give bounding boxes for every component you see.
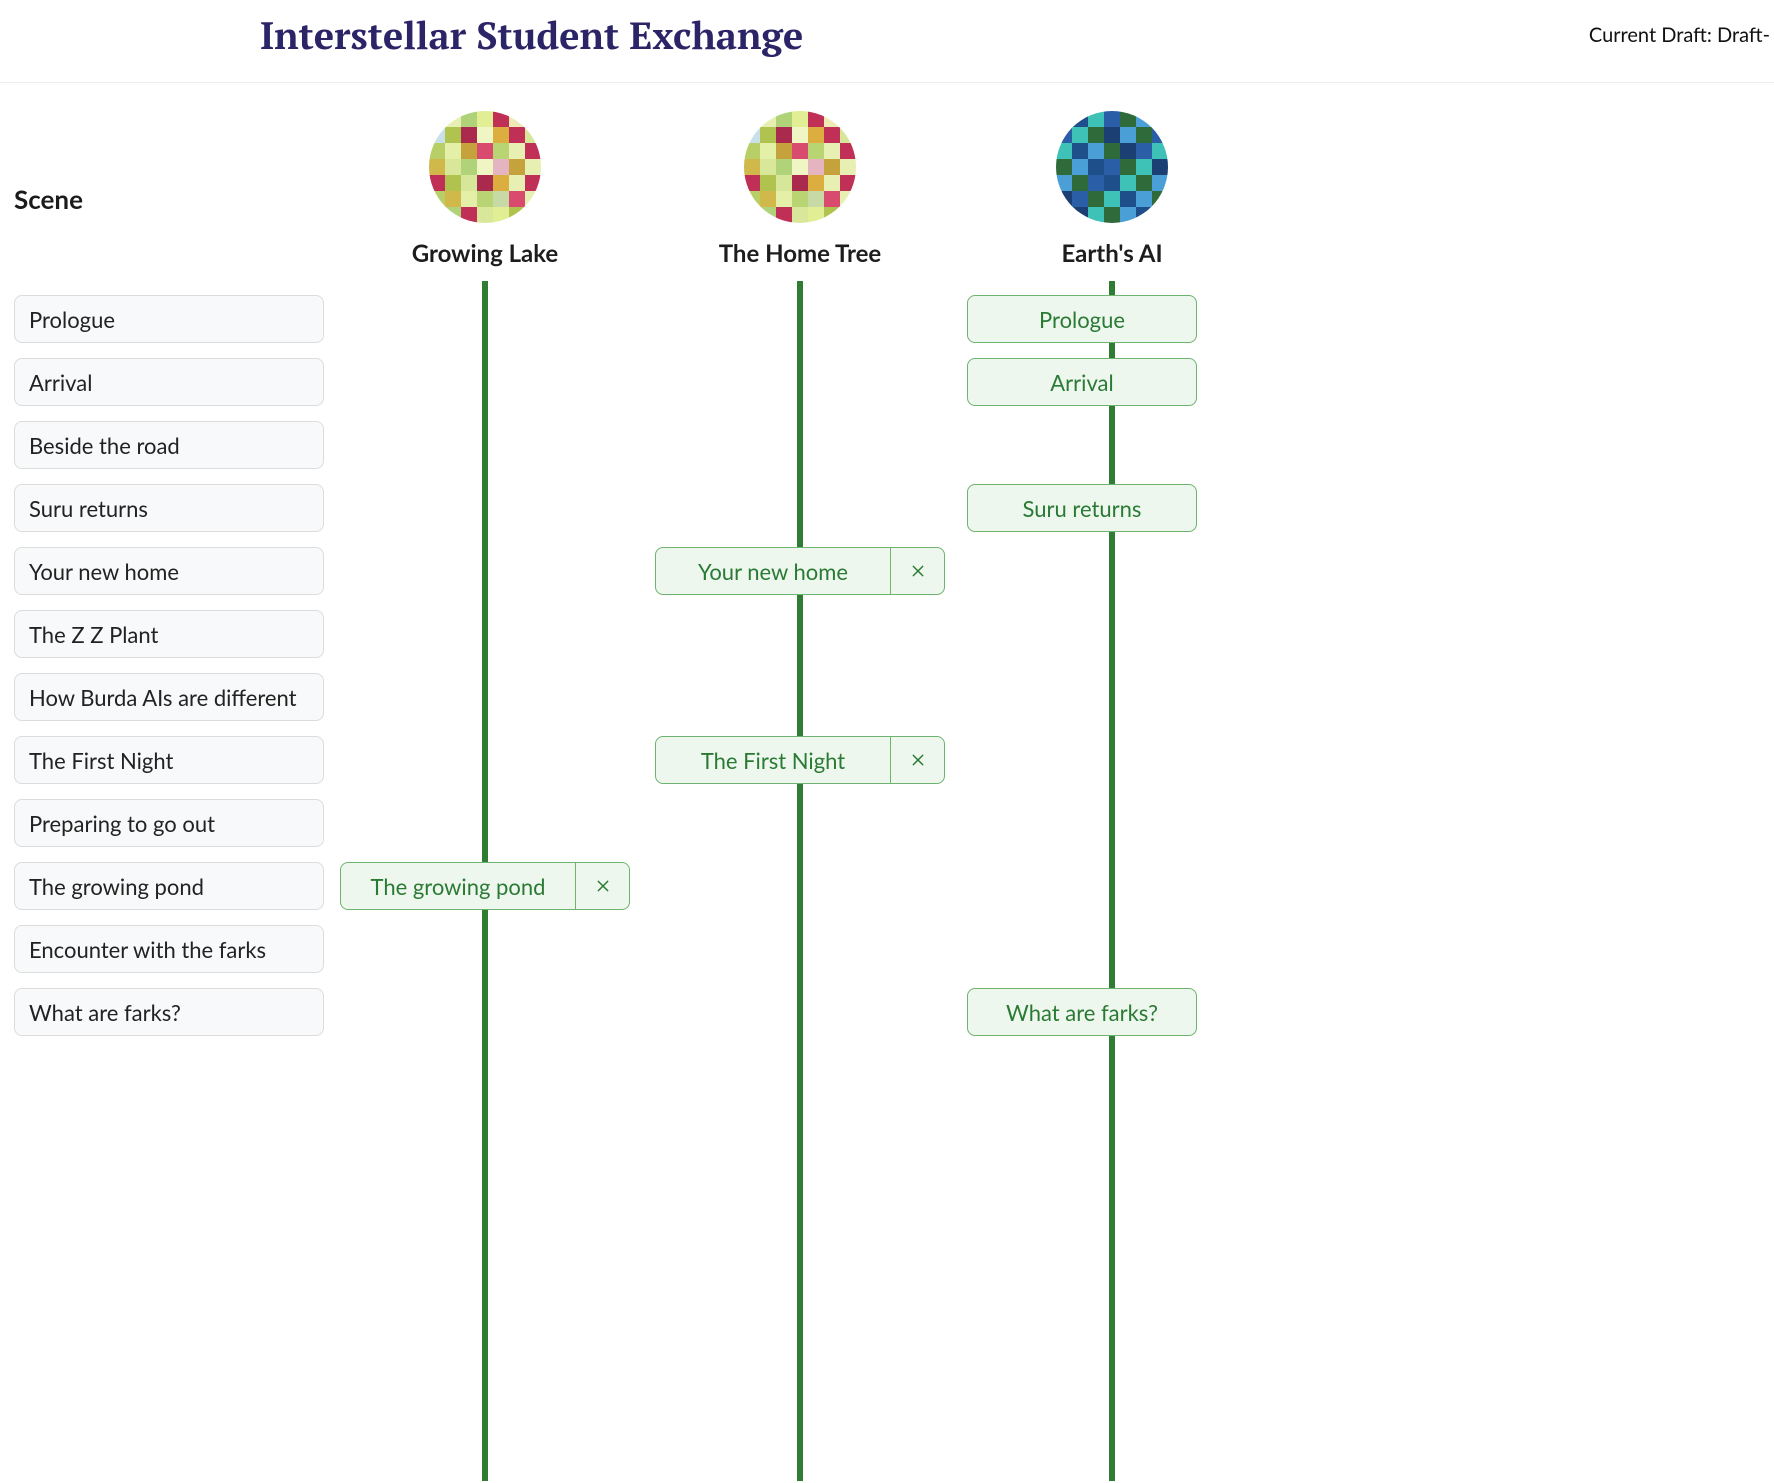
scene-list-item[interactable]: What are farks? xyxy=(14,988,324,1036)
scene-list-item[interactable]: How Burda AIs are different xyxy=(14,673,324,721)
character-header-growing_lake: Growing Lake xyxy=(340,111,630,268)
timeline-node-label: Your new home xyxy=(656,548,890,594)
timeline-node-label: The First Night xyxy=(656,737,890,783)
close-icon[interactable] xyxy=(890,548,944,594)
timeline-line-earths_ai xyxy=(1109,281,1115,1481)
timeline-node[interactable]: Your new home xyxy=(655,547,945,595)
close-icon[interactable] xyxy=(890,737,944,783)
timeline-node-label: Arrival xyxy=(968,359,1196,405)
timeline-node[interactable]: Suru returns xyxy=(967,484,1197,532)
scene-column-header: Scene xyxy=(14,183,83,215)
page-title: Interstellar Student Exchange xyxy=(260,10,803,60)
character-name-earths_ai: Earth's AI xyxy=(967,239,1257,268)
scene-list-item[interactable]: Suru returns xyxy=(14,484,324,532)
scene-list-item[interactable]: Beside the road xyxy=(14,421,324,469)
scene-list-item[interactable]: Your new home xyxy=(14,547,324,595)
close-icon[interactable] xyxy=(575,863,629,909)
timeline-node[interactable]: What are farks? xyxy=(967,988,1197,1036)
timeline-node-label: The growing pond xyxy=(341,863,575,909)
scene-list-item[interactable]: Encounter with the farks xyxy=(14,925,324,973)
timeline-line-home_tree xyxy=(797,281,803,1481)
timeline-node-label: Suru returns xyxy=(968,485,1196,531)
character-name-home_tree: The Home Tree xyxy=(655,239,945,268)
scene-list-item[interactable]: Arrival xyxy=(14,358,324,406)
topbar: Interstellar Student Exchange Current Dr… xyxy=(0,0,1774,83)
current-draft-label: Current Draft: Draft- xyxy=(1589,23,1770,47)
timeline-canvas: Scene Growing Lake The Home Tree Earth's A… xyxy=(0,83,1774,1483)
timeline-node[interactable]: The First Night xyxy=(655,736,945,784)
scene-list-item[interactable]: The First Night xyxy=(14,736,324,784)
scene-list-item[interactable]: Preparing to go out xyxy=(14,799,324,847)
scene-list-item[interactable]: The Z Z Plant xyxy=(14,610,324,658)
character-name-growing_lake: Growing Lake xyxy=(340,239,630,268)
timeline-node[interactable]: Prologue xyxy=(967,295,1197,343)
character-avatar-home_tree xyxy=(744,111,856,223)
character-avatar-earths_ai xyxy=(1056,111,1168,223)
scene-list-item[interactable]: Prologue xyxy=(14,295,324,343)
scene-list-item[interactable]: The growing pond xyxy=(14,862,324,910)
timeline-node-label: What are farks? xyxy=(968,989,1196,1035)
timeline-node[interactable]: The growing pond xyxy=(340,862,630,910)
character-avatar-growing_lake xyxy=(429,111,541,223)
character-header-home_tree: The Home Tree xyxy=(655,111,945,268)
timeline-node[interactable]: Arrival xyxy=(967,358,1197,406)
timeline-node-label: Prologue xyxy=(968,296,1196,342)
character-header-earths_ai: Earth's AI xyxy=(967,111,1257,268)
